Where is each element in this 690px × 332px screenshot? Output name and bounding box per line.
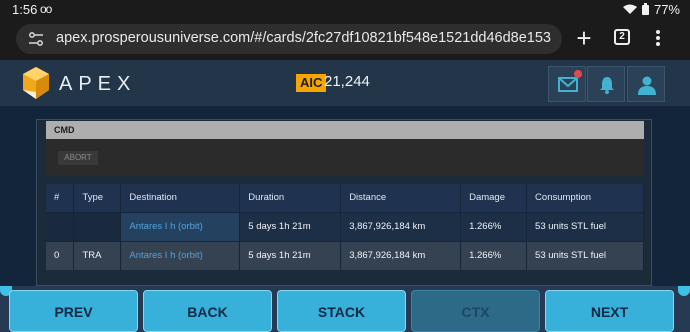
browser-toolbar: apex.prosperousuniverse.com/#/cards/2fc2… [0, 18, 690, 60]
ctx-button[interactable]: CTX [411, 290, 540, 332]
url-text[interactable]: apex.prosperousuniverse.com/#/cards/2fc2… [56, 30, 551, 46]
cell-num: 0 [46, 240, 75, 270]
destination-link[interactable]: Antares I h (orbit) [120, 211, 241, 241]
table-row: 0 TRA Antares I h (orbit) 5 days 1h 21m … [46, 240, 644, 270]
apex-logo-icon [23, 67, 49, 99]
flight-panel: CMD ABORT # Type Destination Duration Di… [36, 119, 652, 286]
column-header: Damage [460, 184, 528, 212]
currency-badge: AIC [296, 74, 327, 92]
status-notification-glyph: oo [40, 2, 52, 16]
cell-damage: 1.266% [460, 211, 528, 241]
apex-header: APEX AIC 21,244 [0, 60, 690, 106]
column-header: Distance [340, 184, 462, 212]
stack-button[interactable]: STACK [277, 290, 406, 332]
cell-distance: 3,867,926,184 km [340, 240, 462, 270]
battery-icon [641, 3, 649, 15]
cell-consumption: 53 units STL fuel [526, 240, 644, 270]
site-settings-icon[interactable] [28, 31, 44, 47]
column-header: Destination [120, 184, 241, 212]
tab-switcher-button[interactable]: 2 [614, 29, 630, 45]
unread-indicator [574, 70, 582, 78]
android-status-bar: 1:56 oo 77% [0, 0, 690, 18]
status-right-cluster: 77% [622, 1, 680, 17]
column-header: Duration [239, 184, 342, 212]
cell-duration: 5 days 1h 21m [239, 211, 342, 241]
app-title: APEX [59, 73, 137, 95]
address-bar[interactable]: apex.prosperousuniverse.com/#/cards/2fc2… [16, 24, 562, 54]
wifi-icon [622, 4, 637, 14]
mail-icon [558, 77, 578, 92]
main-content: CMD ABORT # Type Destination Duration Di… [0, 106, 690, 286]
status-time: 1:56 [12, 2, 38, 17]
cell-consumption: 53 units STL fuel [526, 211, 644, 241]
cell-type [73, 211, 122, 241]
mail-button[interactable] [548, 66, 586, 102]
destination-link[interactable]: Antares I h (orbit) [120, 240, 241, 270]
battery-percent: 77% [653, 1, 680, 17]
profile-button[interactable] [627, 66, 665, 102]
cell-type: TRA [73, 240, 122, 270]
balance-value: 21,244 [324, 73, 370, 90]
bell-icon [600, 77, 614, 94]
cell-damage: 1.266% [460, 240, 528, 270]
column-header: # [46, 184, 75, 212]
abort-button[interactable]: ABORT [58, 151, 98, 165]
column-header: Consumption [526, 184, 644, 212]
route-table: # Type Destination Duration Distance Dam… [46, 184, 644, 270]
notifications-button[interactable] [587, 66, 625, 102]
column-header: Type [73, 184, 122, 212]
back-button[interactable]: BACK [143, 290, 272, 332]
cell-num [46, 211, 75, 241]
scroll-edge-right [678, 286, 690, 296]
table-row: Antares I h (orbit) 5 days 1h 21m 3,867,… [46, 211, 644, 241]
browser-menu-icon[interactable] [650, 28, 666, 50]
bottom-nav: PREV BACK STACK CTX NEXT [0, 286, 690, 332]
user-icon [638, 76, 656, 95]
new-tab-icon[interactable]: + [575, 25, 593, 52]
prev-button[interactable]: PREV [9, 290, 138, 332]
cell-duration: 5 days 1h 21m [239, 240, 342, 270]
cell-distance: 3,867,926,184 km [340, 211, 462, 241]
cmd-header: CMD [46, 121, 644, 139]
next-button[interactable]: NEXT [545, 290, 674, 332]
cmd-body: ABORT [46, 139, 644, 176]
table-header-row: # Type Destination Duration Distance Dam… [46, 184, 644, 212]
